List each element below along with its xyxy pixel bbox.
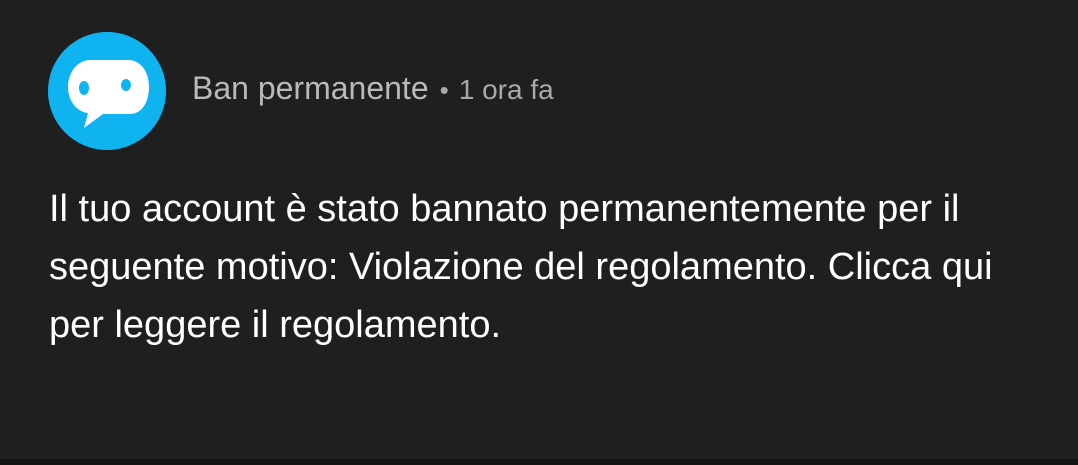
notification-header: Ban permanente • 1 ora fa [192, 70, 554, 114]
notification-time: 1 ora fa [458, 74, 554, 105]
notification-card[interactable]: Ban permanente • 1 ora fa Il tuo account… [0, 0, 1078, 459]
speech-bubble-face-icon [48, 32, 166, 150]
notification-title: Ban permanente [192, 70, 429, 106]
notification-message[interactable]: Il tuo account è stato bannato permanent… [49, 180, 1049, 354]
app-avatar [48, 32, 166, 150]
bottom-divider [0, 459, 1078, 465]
separator-dot: • [439, 75, 449, 105]
